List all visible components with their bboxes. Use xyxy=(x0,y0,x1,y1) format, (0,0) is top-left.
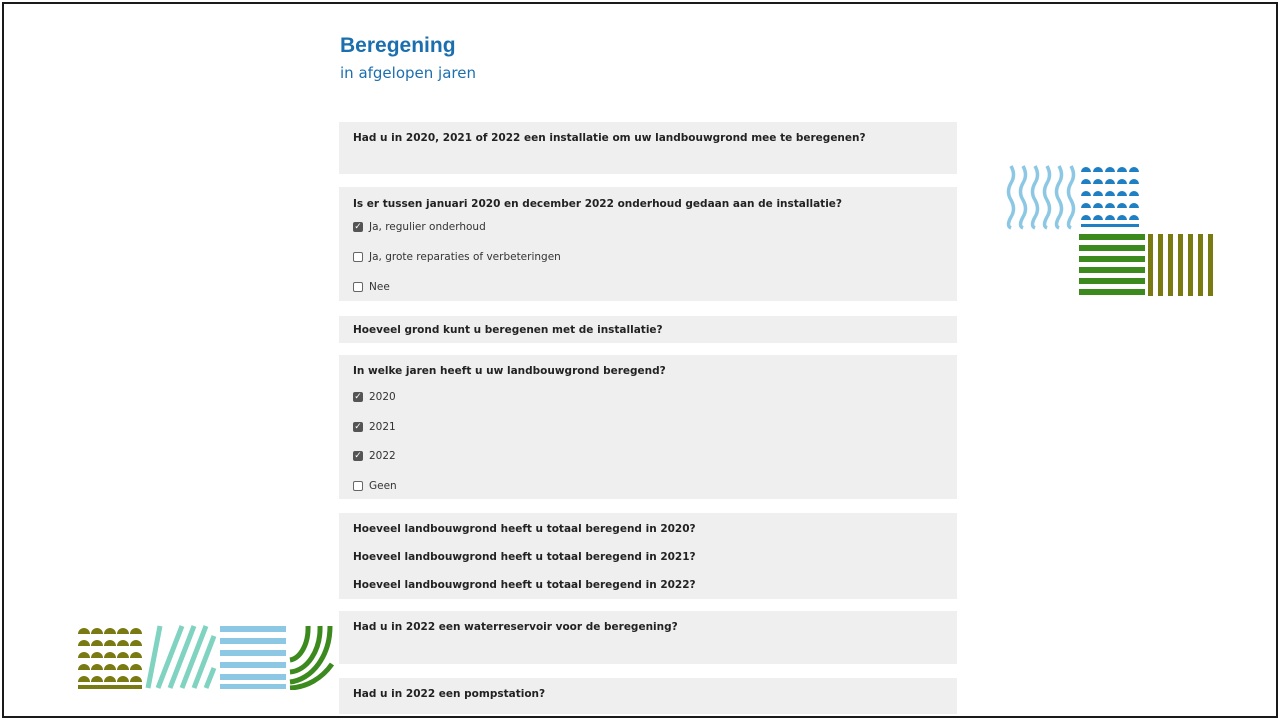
option-2020[interactable]: ✓ 2020 xyxy=(353,391,396,403)
mint-diagonal-icon xyxy=(145,625,217,689)
decorative-pattern-right xyxy=(1006,165,1213,296)
question-label-2022: Hoeveel landbouwgrond heeft u totaal ber… xyxy=(353,579,696,591)
olive-arches-icon xyxy=(78,628,142,689)
waves-icon xyxy=(1006,165,1076,230)
question-label-2020: Hoeveel landbouwgrond heeft u totaal ber… xyxy=(353,523,696,535)
checkbox-checked-icon[interactable]: ✓ xyxy=(353,222,363,232)
option-2022[interactable]: ✓ 2022 xyxy=(353,450,396,462)
option-none[interactable]: Geen xyxy=(353,480,397,492)
checkbox-checked-icon[interactable]: ✓ xyxy=(353,422,363,432)
page-title: Beregening xyxy=(340,34,456,57)
droplets-icon xyxy=(1081,167,1139,227)
option-major-repairs[interactable]: Ja, grote reparaties of verbeteringen xyxy=(353,251,561,263)
option-label: 2020 xyxy=(369,391,396,403)
question-area: Hoeveel grond kunt u beregenen met de in… xyxy=(339,316,957,343)
question-label: Had u in 2022 een pompstation? xyxy=(353,688,546,700)
question-total-area: Hoeveel landbouwgrond heeft u totaal ber… xyxy=(339,513,957,599)
option-regular-maintenance[interactable]: ✓ Ja, regulier onderhoud xyxy=(353,221,486,233)
checkbox-checked-icon[interactable]: ✓ xyxy=(353,451,363,461)
question-label: Is er tussen januari 2020 en december 20… xyxy=(353,198,843,210)
question-water-reservoir: Had u in 2022 een waterreservoir voor de… xyxy=(339,611,957,664)
option-label: Ja, regulier onderhoud xyxy=(369,221,486,233)
lightblue-stripes-icon xyxy=(220,626,286,689)
question-label-2021: Hoeveel landbouwgrond heeft u totaal ber… xyxy=(353,551,696,563)
green-stripes-icon xyxy=(1079,234,1145,295)
olive-stripes-icon xyxy=(1148,234,1213,296)
decorative-pattern-bottom-left xyxy=(78,625,334,690)
option-no[interactable]: Nee xyxy=(353,281,390,293)
question-pump-station: Had u in 2022 een pompstation? xyxy=(339,678,957,714)
question-label: Had u in 2022 een waterreservoir voor de… xyxy=(353,621,678,633)
question-years: In welke jaren heeft u uw landbouwgrond … xyxy=(339,355,957,499)
checkbox-unchecked-icon[interactable] xyxy=(353,481,363,491)
option-label: 2021 xyxy=(369,421,396,433)
option-2021[interactable]: ✓ 2021 xyxy=(353,421,396,433)
question-label: Hoeveel grond kunt u beregenen met de in… xyxy=(353,324,663,336)
checkbox-unchecked-icon[interactable] xyxy=(353,252,363,262)
question-label: Had u in 2020, 2021 of 2022 een installa… xyxy=(353,132,866,144)
question-maintenance: Is er tussen januari 2020 en december 20… xyxy=(339,187,957,301)
question-installation: Had u in 2020, 2021 of 2022 een installa… xyxy=(339,122,957,174)
option-label: Nee xyxy=(369,281,390,293)
option-label: Ja, grote reparaties of verbeteringen xyxy=(369,251,561,263)
question-label: In welke jaren heeft u uw landbouwgrond … xyxy=(353,365,666,377)
page-subtitle: in afgelopen jaren xyxy=(340,64,476,82)
checkbox-checked-icon[interactable]: ✓ xyxy=(353,392,363,402)
option-label: 2022 xyxy=(369,450,396,462)
green-arcs-icon xyxy=(289,625,334,690)
checkbox-unchecked-icon[interactable] xyxy=(353,282,363,292)
option-label: Geen xyxy=(369,480,397,492)
